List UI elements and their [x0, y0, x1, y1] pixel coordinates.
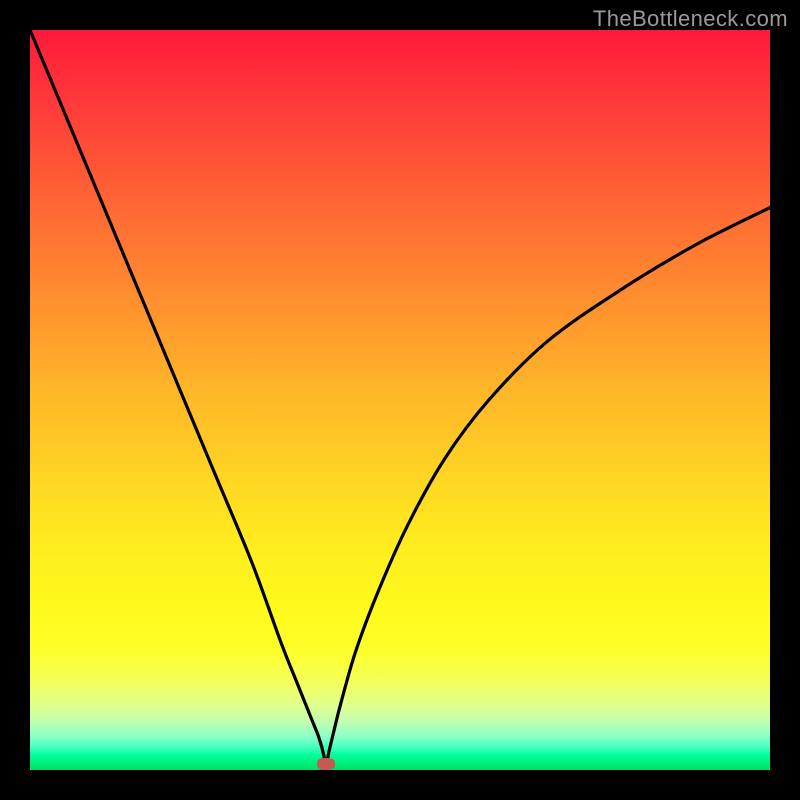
- bottleneck-curve: [30, 30, 770, 770]
- chart-plot-area: [30, 30, 770, 770]
- watermark-text: TheBottleneck.com: [593, 6, 788, 32]
- optimum-marker: [317, 758, 335, 770]
